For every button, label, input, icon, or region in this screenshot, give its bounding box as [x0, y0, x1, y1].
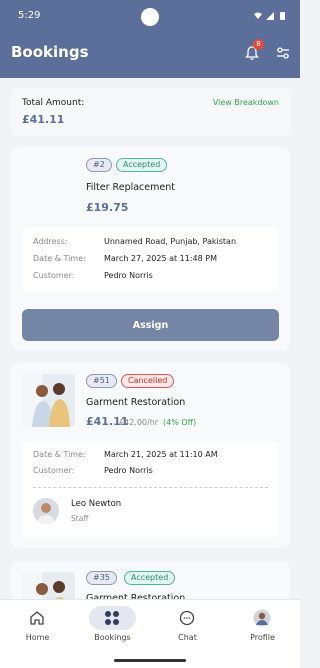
nav-label: Bookings — [94, 633, 131, 642]
nav-label: Chat — [178, 633, 197, 642]
detail-row-datetime: Date & Time: March 21, 2025 at 11:10 AM — [33, 450, 273, 462]
detail-value: March 27, 2025 at 11:48 PM — [104, 254, 218, 263]
bottom-navigation: Home Bookings Chat Profile — [0, 599, 300, 668]
status-badge: Accepted — [124, 571, 176, 585]
original-price: £42.00/hr — [119, 418, 159, 427]
nav-label: Home — [25, 633, 50, 642]
detail-row-customer: Customer: Pedro Norris — [33, 271, 273, 283]
notification-badge: 8 — [253, 39, 264, 50]
status-badge: Accepted — [116, 158, 168, 172]
view-breakdown-link[interactable]: View Breakdown — [213, 98, 279, 107]
staff-avatar — [33, 498, 59, 524]
booking-card[interactable]: #2 Accepted Filter Replacement £19.75 Ad… — [11, 147, 290, 350]
staff-name: Leo Newton — [71, 499, 122, 509]
service-name: Filter Replacement — [86, 182, 175, 193]
assign-button[interactable]: Assign — [22, 309, 279, 341]
bookings-icon — [105, 611, 119, 625]
booking-id-badge: #2 — [86, 158, 112, 172]
camera-cutout — [141, 8, 159, 26]
signal-battery-icon — [254, 12, 285, 20]
status-badge: Cancelled — [121, 374, 175, 388]
total-amount-card: Total Amount: £41.11 View Breakdown — [11, 88, 290, 136]
status-time: 5:29 — [18, 10, 41, 21]
nav-home[interactable]: Home — [0, 600, 75, 650]
booking-id-badge: #35 — [86, 571, 117, 585]
filter-settings-icon[interactable] — [275, 45, 291, 61]
total-amount-label: Total Amount: — [22, 98, 85, 108]
app-header: 5:29 Bookings 8 — [0, 0, 300, 78]
detail-value: March 21, 2025 at 11:10 AM — [104, 450, 218, 459]
detail-label: Date & Time: — [33, 254, 86, 263]
detail-row-customer: Customer: Pedro Norris — [33, 466, 273, 478]
booking-id-badge: #51 — [86, 374, 117, 388]
detail-value: Pedro Norris — [104, 271, 153, 280]
booking-details: Date & Time: March 21, 2025 at 11:10 AM … — [22, 441, 279, 537]
detail-label: Customer: — [33, 271, 75, 280]
home-icon — [30, 611, 44, 625]
page-title: Bookings — [11, 43, 89, 61]
nav-chat[interactable]: Chat — [150, 600, 225, 650]
detail-label: Address: — [33, 237, 68, 246]
status-bar: 5:29 — [0, 8, 300, 26]
detail-value: Pedro Norris — [104, 466, 153, 475]
service-price: £19.75 — [86, 201, 129, 214]
service-name: Garment Restoration — [86, 397, 186, 408]
nav-profile[interactable]: Profile — [225, 600, 300, 650]
staff-role: Staff — [71, 514, 89, 523]
booking-details: Address: Unnamed Road, Punjab, Pakistan … — [22, 227, 279, 292]
nav-bookings[interactable]: Bookings — [75, 600, 150, 650]
nav-label: Profile — [250, 633, 275, 642]
total-amount-value: £41.11 — [22, 113, 65, 126]
profile-avatar — [253, 609, 271, 627]
home-indicator — [114, 659, 186, 662]
chat-icon — [179, 610, 195, 626]
detail-label: Customer: — [33, 466, 75, 475]
details-divider — [33, 487, 268, 488]
detail-label: Date & Time: — [33, 450, 86, 459]
detail-row-datetime: Date & Time: March 27, 2025 at 11:48 PM — [33, 254, 273, 266]
discount-label: (4% Off) — [163, 418, 197, 427]
detail-value: Unnamed Road, Punjab, Pakistan — [104, 237, 237, 246]
service-thumbnail — [22, 374, 75, 427]
booking-card[interactable]: #51 Cancelled Garment Restoration £41.11… — [11, 363, 290, 548]
detail-row-address: Address: Unnamed Road, Punjab, Pakistan — [33, 237, 273, 249]
